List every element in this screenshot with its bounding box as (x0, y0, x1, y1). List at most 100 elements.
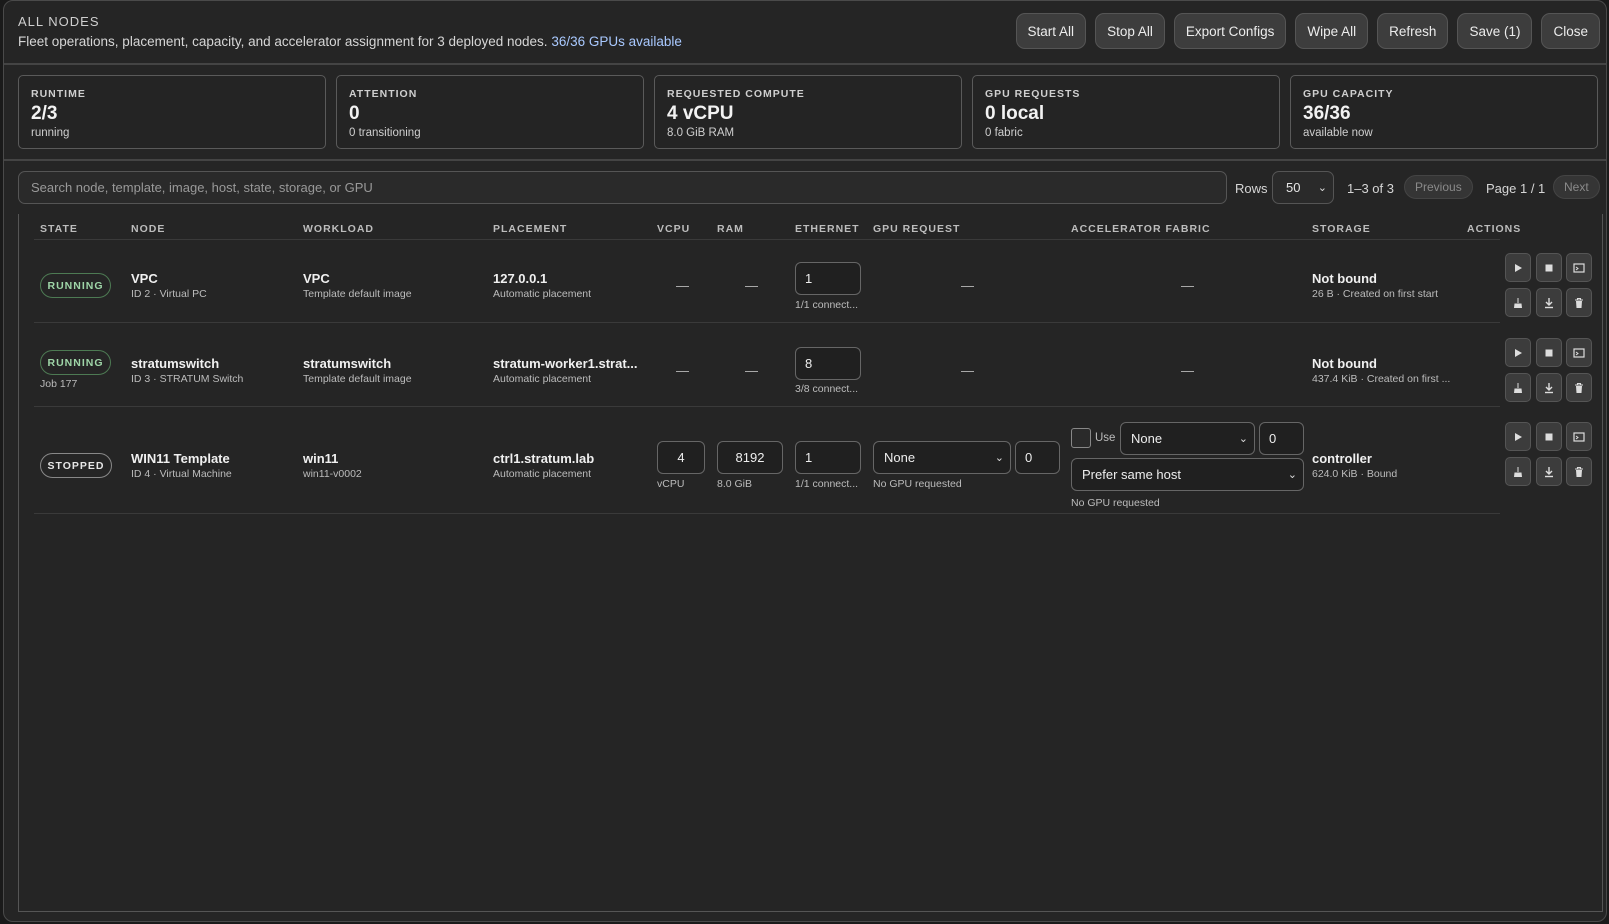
console-button[interactable] (1566, 338, 1592, 367)
ethernet-sub: 1/1 connect... (795, 478, 859, 490)
workload-sub: win11-v0002 (303, 468, 362, 480)
workload-name: VPC (303, 271, 330, 286)
stop-button[interactable] (1536, 253, 1562, 282)
export-button[interactable] (1536, 288, 1562, 317)
stat-label: RUNTIME (31, 88, 86, 100)
header: ALL NODES Fleet operations, placement, c… (4, 1, 1606, 65)
col-header-ethernet: ETHERNET (795, 223, 860, 235)
ethernet-sub: 1/1 connect... (795, 299, 859, 311)
vcpu-input[interactable]: 4 (657, 441, 705, 474)
stat-value: 0 (349, 103, 360, 124)
refresh-button[interactable]: Refresh (1377, 13, 1449, 49)
workload-sub: Template default image (303, 373, 412, 385)
save-button[interactable]: Save (1) (1457, 13, 1533, 49)
console-button[interactable] (1566, 253, 1592, 282)
wipe-button[interactable] (1505, 288, 1531, 317)
status-badge: RUNNING (40, 350, 111, 375)
stat-label: REQUESTED COMPUTE (667, 88, 805, 100)
gpu-select[interactable]: None ⌄ (873, 441, 1011, 474)
wipe-button[interactable] (1505, 457, 1531, 486)
status-badge: STOPPED (40, 453, 112, 478)
download-icon (1545, 382, 1553, 393)
node-name: WIN11 Template (131, 451, 230, 466)
row-divider (34, 406, 1500, 407)
fabric-select[interactable]: None ⌄ (1120, 422, 1255, 455)
storage-sub: 437.4 KiB · Created on first ... (1312, 373, 1451, 385)
export-configs-button[interactable]: Export Configs (1173, 13, 1287, 49)
fabric-policy-select[interactable]: Prefer same host ⌄ (1071, 458, 1304, 491)
trash-icon (1575, 382, 1583, 393)
storage-name: Not bound (1312, 271, 1377, 286)
start-button[interactable] (1505, 422, 1531, 451)
col-header-node: NODE (131, 223, 166, 235)
placement-host: ctrl1.stratum.lab (493, 451, 595, 466)
trash-icon (1575, 297, 1583, 308)
stat-label: ATTENTION (349, 88, 418, 100)
terminal-icon (1573, 262, 1585, 273)
export-button[interactable] (1536, 457, 1562, 486)
delete-button[interactable] (1566, 457, 1592, 486)
stop-button[interactable] (1536, 422, 1562, 451)
col-header-state: STATE (40, 223, 78, 235)
delete-button[interactable] (1566, 288, 1592, 317)
placement-host: stratum-worker1.strat... (493, 356, 638, 371)
wipe-button[interactable] (1505, 373, 1531, 402)
chevron-down-icon: ⌄ (1238, 433, 1248, 445)
vcpu-value: — (676, 278, 689, 293)
ram-input[interactable]: 8192 (717, 441, 783, 474)
stat-label: GPU CAPACITY (1303, 88, 1394, 100)
gpu-available-link[interactable]: 36/36 GPUs available (551, 34, 682, 49)
start-button[interactable] (1505, 253, 1531, 282)
delete-button[interactable] (1566, 373, 1592, 402)
ram-sub: 8.0 GiB (717, 478, 753, 490)
range-text: 1–3 of 3 (1347, 181, 1394, 196)
broom-icon (1514, 466, 1522, 477)
vcpu-sub: vCPU (657, 478, 685, 490)
stop-button[interactable] (1536, 338, 1562, 367)
col-header-accelerator-fabric: ACCELERATOR FABRIC (1071, 223, 1211, 235)
wipe-all-button[interactable]: Wipe All (1295, 13, 1369, 49)
stop-all-button[interactable]: Stop All (1095, 13, 1165, 49)
workload-name: stratumswitch (303, 356, 392, 371)
fabric-sub: No GPU requested (1071, 497, 1160, 509)
close-button[interactable]: Close (1541, 13, 1600, 49)
next-button[interactable]: Next (1553, 175, 1600, 199)
ethernet-input[interactable]: 1 (795, 262, 861, 295)
play-icon (1515, 263, 1522, 272)
nodes-table (18, 214, 1603, 912)
rows-per-page-select[interactable]: 50 ⌄ (1272, 171, 1334, 204)
fabric-use-checkbox[interactable] (1071, 428, 1091, 448)
ethernet-input[interactable]: 1 (795, 441, 861, 474)
gpu-count-input[interactable]: 0 (1015, 441, 1060, 474)
stat-label: GPU REQUESTS (985, 88, 1081, 100)
vcpu-value: — (676, 363, 689, 378)
page-info: Page 1 / 1 (1486, 181, 1546, 196)
console-button[interactable] (1566, 422, 1592, 451)
fabric-value: — (1181, 363, 1194, 378)
fabric-use-label: Use (1095, 432, 1116, 444)
download-icon (1545, 466, 1553, 477)
stat-card-gpu-capacity: GPU CAPACITY 36/36 available now (1290, 75, 1598, 149)
rows-value: 50 (1286, 180, 1301, 195)
job-label: Job 177 (40, 378, 78, 390)
start-all-button[interactable]: Start All (1015, 13, 1087, 49)
page-subtitle: Fleet operations, placement, capacity, a… (18, 34, 682, 49)
stat-value: 4 vCPU (667, 103, 734, 124)
fabric-count-input[interactable]: 0 (1259, 422, 1304, 455)
chevron-down-icon: ⌄ (1317, 182, 1327, 194)
node-sub: ID 4 · Virtual Machine (131, 468, 232, 480)
all-nodes-window: ALL NODES Fleet operations, placement, c… (3, 0, 1607, 922)
start-button[interactable] (1505, 338, 1531, 367)
col-header-ram: RAM (717, 223, 744, 235)
ethernet-input[interactable]: 8 (795, 347, 861, 380)
search-input[interactable] (19, 172, 1226, 203)
status-badge: RUNNING (40, 273, 111, 298)
previous-button[interactable]: Previous (1404, 175, 1473, 199)
col-header-vcpu: VCPU (657, 223, 691, 235)
export-button[interactable] (1536, 373, 1562, 402)
storage-name: controller (1312, 451, 1372, 466)
broom-icon (1514, 382, 1522, 393)
stop-icon (1545, 264, 1553, 271)
row-divider (34, 513, 1500, 514)
search-box[interactable] (18, 171, 1227, 204)
